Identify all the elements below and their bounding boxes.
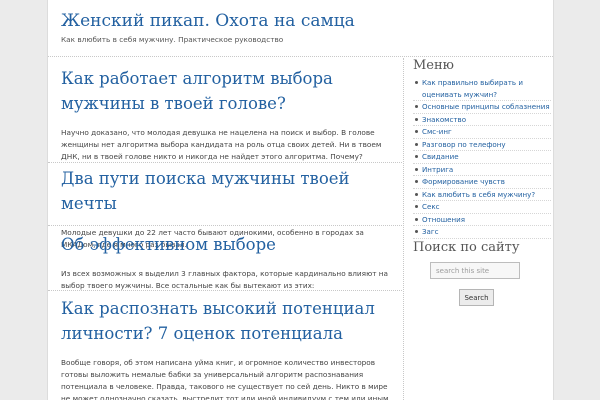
menu-item[interactable]: Загс [413, 226, 551, 239]
site-tagline: Как влюбить в себя мужчину. Практическое… [61, 35, 284, 44]
main-content: Как работает алгоритм выбора мужчины в т… [48, 58, 404, 400]
menu-item[interactable]: Формирование чувств [413, 176, 551, 189]
menu-widget-title: Меню [413, 58, 454, 73]
search-input[interactable] [430, 262, 520, 279]
menu-item[interactable]: Разговор по телефону [413, 139, 551, 151]
post-divider [48, 290, 403, 291]
menu-item[interactable]: Знакомство [413, 114, 551, 126]
post: Как работает алгоритм выбора мужчины в т… [61, 66, 399, 163]
menu-item[interactable]: Отношения [413, 214, 551, 226]
post-title-link[interactable]: Об эффективном выборе [61, 232, 399, 257]
search-button[interactable]: Search [459, 289, 494, 306]
post-title-link[interactable]: Два пути поиска мужчины твоей мечты [61, 166, 399, 216]
post: Об эффективном выборе Из всех возможных … [61, 232, 399, 292]
menu-item[interactable]: Как влюбить в себя мужчину? [413, 189, 551, 201]
post-excerpt: Из всех возможных я выделил 3 главных фа… [61, 269, 389, 290]
post-excerpt: Научно доказано, что молодая девушка не … [61, 128, 382, 161]
menu-item[interactable]: Смс-инг [413, 126, 551, 139]
post-title-link[interactable]: Как распознать высокий потенциал личност… [61, 296, 399, 346]
site-header: Женский пикап. Охота на самца Как влюбит… [48, 0, 553, 57]
site-title[interactable]: Женский пикап. Охота на самца [61, 10, 355, 32]
post-divider [48, 162, 403, 163]
menu-item[interactable]: Основные принципы соблазнения [413, 101, 551, 114]
post: Как распознать высокий потенциал личност… [61, 296, 399, 400]
menu-item[interactable]: Секс [413, 201, 551, 214]
sidebar: Меню Как правильно выбирать и оценивать … [413, 58, 551, 400]
post-title-link[interactable]: Как работает алгоритм выбора мужчины в т… [61, 66, 399, 116]
search-widget-title: Поиск по сайту [413, 240, 520, 255]
menu-item[interactable]: Свидание [413, 151, 551, 164]
menu-widget: Меню Как правильно выбирать и оценивать … [413, 58, 551, 239]
menu-item[interactable]: Как правильно выбирать и оценивать мужчи… [413, 77, 551, 101]
post-excerpt: Вообще говоря, об этом написана уйма кни… [61, 358, 389, 400]
menu-list: Как правильно выбирать и оценивать мужчи… [413, 77, 551, 239]
page: Женский пикап. Охота на самца Как влюбит… [47, 0, 554, 400]
menu-item[interactable]: Интрига [413, 164, 551, 176]
post-divider [48, 225, 403, 226]
search-widget: Поиск по сайту Search [413, 240, 551, 306]
